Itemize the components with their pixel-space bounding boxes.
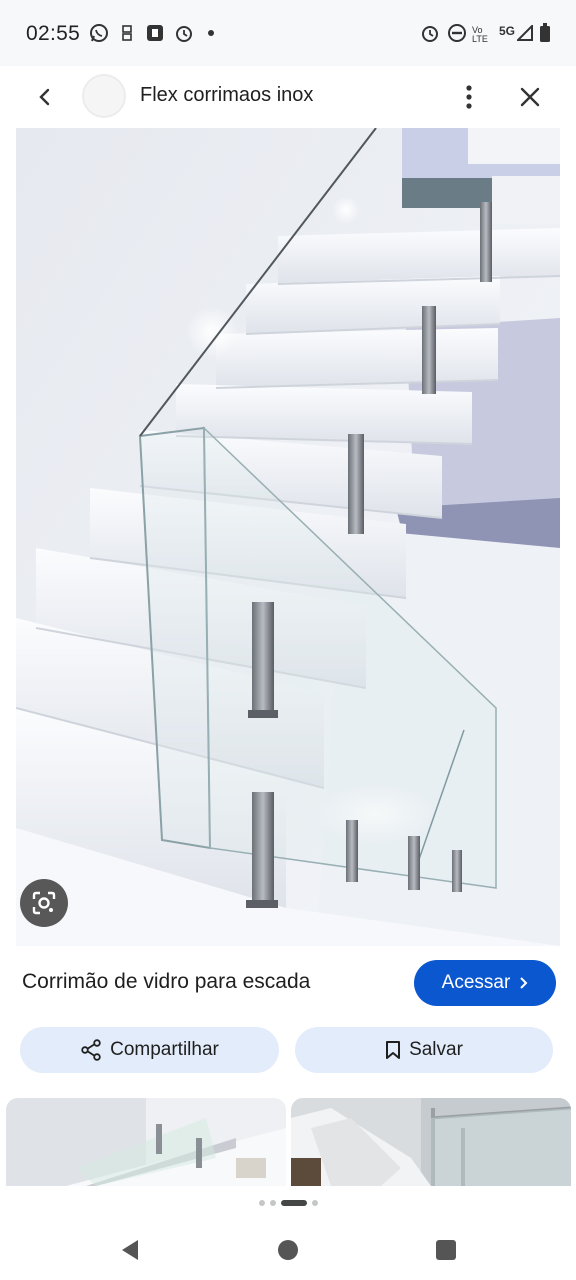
pager-dot-active[interactable]	[280, 1200, 307, 1206]
site-favicon	[82, 74, 126, 118]
pager-dot[interactable]	[311, 1200, 318, 1206]
share-button-label: Compartilhar	[110, 1039, 219, 1060]
image-caption[interactable]: Corrimão de vidro para escada	[22, 970, 310, 994]
nav-recents-icon[interactable]	[434, 1238, 458, 1262]
status-bar: 02:55 Vo LTE 5G	[0, 0, 576, 66]
nav-back-icon[interactable]	[118, 1238, 142, 1262]
related-image-thumbnail[interactable]	[6, 1098, 286, 1186]
google-lens-button[interactable]	[20, 879, 68, 927]
network-type-label: 5G	[498, 24, 515, 38]
camera-lens-icon	[32, 891, 56, 915]
carousel-pager	[0, 1196, 576, 1210]
related-staircase-photo	[291, 1098, 571, 1186]
more-notifications-dot-icon	[206, 22, 216, 44]
bookmark-icon	[386, 1041, 401, 1059]
share-button[interactable]: Compartilhar	[20, 1027, 279, 1073]
share-icon	[81, 1039, 101, 1061]
related-image-thumbnail[interactable]	[291, 1098, 571, 1186]
status-time: 02:55	[26, 22, 81, 45]
back-button[interactable]	[26, 78, 64, 116]
app-header: Flex corrimaos inox	[0, 66, 576, 128]
whatsapp-icon	[88, 22, 110, 44]
notification-icon	[118, 22, 136, 44]
back-arrow-icon	[39, 88, 50, 106]
page-title: Flex corrimaos inox	[140, 84, 314, 106]
pager-dot[interactable]	[269, 1200, 276, 1206]
do-not-disturb-icon	[446, 22, 468, 44]
volte-icon: Vo LTE	[472, 25, 488, 44]
alarm-icon	[173, 22, 195, 44]
signal-icon	[516, 22, 534, 44]
visit-button[interactable]: Acessar	[414, 960, 556, 1006]
more-options-button[interactable]	[452, 78, 486, 116]
pager-dot[interactable]	[258, 1200, 265, 1206]
visit-button-label: Acessar	[441, 972, 511, 993]
chevron-right-icon	[520, 977, 528, 989]
close-button[interactable]	[510, 78, 550, 116]
close-icon	[520, 87, 540, 107]
main-image[interactable]	[16, 128, 560, 946]
related-staircase-photo	[6, 1098, 286, 1186]
staircase-photo	[16, 128, 560, 946]
more-vert-icon	[466, 85, 472, 109]
save-button[interactable]: Salvar	[295, 1027, 553, 1073]
battery-icon	[538, 22, 552, 44]
nav-home-icon[interactable]	[276, 1238, 300, 1262]
system-nav-bar	[0, 1216, 576, 1280]
app-notification-icon	[145, 22, 165, 44]
save-button-label: Salvar	[409, 1039, 463, 1060]
alarm-status-icon	[419, 22, 441, 44]
